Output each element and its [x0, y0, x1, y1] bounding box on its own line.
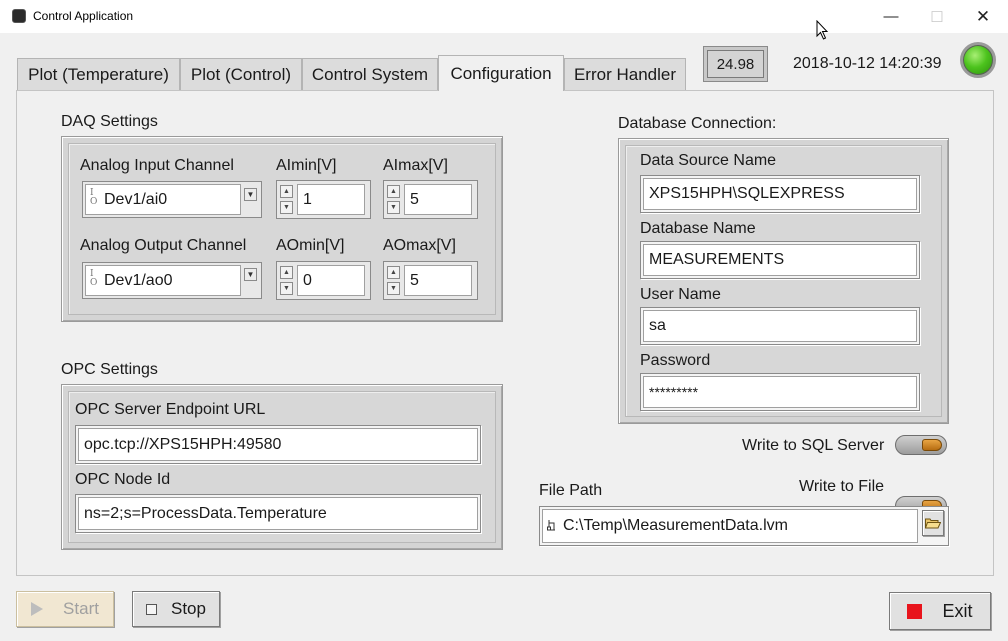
- opc-endpoint-label: OPC Server Endpoint URL: [75, 401, 266, 418]
- password-input[interactable]: *********: [643, 376, 917, 408]
- file-path-input[interactable]: C:\Temp\MeasurementData.lvm: [542, 509, 918, 543]
- maximize-button[interactable]: ☐: [914, 0, 960, 33]
- datetime-display: 2018-10-12 14:20:39: [793, 55, 942, 72]
- folder-open-icon: [925, 518, 941, 529]
- path-icon: [547, 520, 555, 531]
- aimax-increment-icon[interactable]: ▲: [387, 185, 400, 198]
- dsn-field[interactable]: XPS15HPH\SQLEXPRESS: [640, 175, 920, 213]
- toggle-knob: [922, 439, 942, 451]
- window-title: Control Application: [33, 9, 134, 23]
- analog-output-channel-select[interactable]: IO Dev1/ao0: [82, 262, 262, 299]
- opc-node-input[interactable]: ns=2;s=ProcessData.Temperature: [78, 497, 478, 530]
- dbname-label: Database Name: [640, 220, 756, 237]
- write-sql-label: Write to SQL Server: [742, 437, 885, 454]
- tab-error-handler[interactable]: Error Handler: [564, 58, 686, 90]
- dbname-input[interactable]: MEASUREMENTS: [643, 244, 917, 276]
- write-file-label: Write to File: [799, 478, 885, 495]
- exit-stop-icon: [907, 603, 923, 619]
- opc-node-field[interactable]: ns=2;s=ProcessData.Temperature: [75, 494, 481, 533]
- file-path-value: C:\Temp\MeasurementData.lvm: [563, 517, 788, 534]
- user-label: User Name: [640, 286, 721, 303]
- title-bar: [0, 0, 1008, 33]
- write-sql-toggle[interactable]: [895, 435, 947, 455]
- analog-input-channel-select[interactable]: IO Dev1/ai0: [82, 181, 262, 218]
- status-led-icon: [960, 42, 996, 78]
- value-indicator: 24.98: [703, 46, 768, 82]
- aimax-decrement-icon[interactable]: ▼: [387, 201, 400, 214]
- aomin-input[interactable]: 0: [297, 265, 365, 296]
- user-input[interactable]: sa: [643, 310, 917, 342]
- aimin-increment-icon[interactable]: ▲: [280, 185, 293, 198]
- stop-button[interactable]: Stop: [132, 591, 220, 627]
- daq-settings-label: DAQ Settings: [61, 113, 158, 130]
- aomin-label: AOmin[V]: [276, 237, 345, 254]
- aomax-decrement-icon[interactable]: ▼: [387, 282, 400, 295]
- aimax-numeric-control[interactable]: ▲ ▼ 5: [383, 180, 478, 219]
- aomin-numeric-control[interactable]: ▲ ▼ 0: [276, 261, 371, 300]
- browse-folder-button[interactable]: [922, 510, 944, 536]
- aimax-label: AImax[V]: [383, 157, 448, 174]
- close-window-button[interactable]: ✕: [960, 0, 1006, 33]
- tab-control-system[interactable]: Control System: [302, 58, 438, 90]
- opc-endpoint-input[interactable]: opc.tcp://XPS15HPH:49580: [78, 428, 478, 461]
- password-label: Password: [640, 352, 711, 369]
- aomax-numeric-control[interactable]: ▲ ▼ 5: [383, 261, 478, 300]
- stop-checkbox-icon: [146, 603, 157, 615]
- mouse-cursor-icon: [816, 20, 829, 40]
- dsn-label: Data Source Name: [640, 152, 777, 169]
- exit-button-label: Exit: [942, 600, 973, 621]
- value-indicator-text: 24.98: [707, 50, 764, 78]
- io-channel-icon: IO: [90, 188, 98, 207]
- opc-settings-label: OPC Settings: [61, 361, 158, 378]
- password-field[interactable]: *********: [640, 373, 920, 411]
- aomax-increment-icon[interactable]: ▲: [387, 266, 400, 279]
- aomax-input[interactable]: 5: [404, 265, 472, 296]
- opc-node-label: OPC Node Id: [75, 471, 171, 488]
- aimin-decrement-icon[interactable]: ▼: [280, 201, 293, 214]
- minimize-button[interactable]: —: [868, 0, 914, 33]
- analog-output-dropdown-icon[interactable]: ▼: [244, 268, 257, 281]
- exit-button[interactable]: Exit: [889, 592, 991, 630]
- play-icon: [31, 602, 44, 616]
- database-connection-label: Database Connection:: [618, 115, 777, 132]
- tab-configuration[interactable]: Configuration: [438, 55, 564, 91]
- file-path-label: File Path: [539, 482, 603, 499]
- dsn-input[interactable]: XPS15HPH\SQLEXPRESS: [643, 178, 917, 210]
- app-icon: [12, 9, 26, 23]
- aomax-label: AOmax[V]: [383, 237, 456, 254]
- opc-endpoint-field[interactable]: opc.tcp://XPS15HPH:49580: [75, 425, 481, 464]
- aomin-decrement-icon[interactable]: ▼: [280, 282, 293, 295]
- aimin-input[interactable]: 1: [297, 184, 365, 215]
- stop-button-label: Stop: [171, 599, 206, 618]
- aimin-numeric-control[interactable]: ▲ ▼ 1: [276, 180, 371, 219]
- analog-output-label: Analog Output Channel: [80, 237, 247, 254]
- analog-input-dropdown-icon[interactable]: ▼: [244, 188, 257, 201]
- file-path-field[interactable]: C:\Temp\MeasurementData.lvm: [539, 506, 949, 546]
- analog-input-value: Dev1/ai0: [104, 190, 168, 208]
- dbname-field[interactable]: MEASUREMENTS: [640, 241, 920, 279]
- start-button-label: Start: [63, 599, 99, 618]
- io-channel-icon: IO: [90, 269, 98, 288]
- analog-output-value: Dev1/ao0: [104, 271, 173, 289]
- aimin-label: AImin[V]: [276, 157, 337, 174]
- tab-plot-control[interactable]: Plot (Control): [180, 58, 302, 90]
- start-button[interactable]: Start: [16, 591, 114, 627]
- analog-input-label: Analog Input Channel: [80, 157, 234, 174]
- tab-plot-temperature[interactable]: Plot (Temperature): [17, 58, 180, 90]
- aomin-increment-icon[interactable]: ▲: [280, 266, 293, 279]
- aimax-input[interactable]: 5: [404, 184, 472, 215]
- user-field[interactable]: sa: [640, 307, 920, 345]
